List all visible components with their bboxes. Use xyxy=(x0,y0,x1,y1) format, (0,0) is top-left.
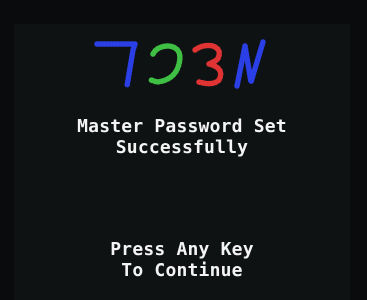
logo-glyph-2 xyxy=(148,43,183,85)
status-line-2: Successfully xyxy=(115,137,249,158)
status-message: Master Password Set Successfully xyxy=(14,116,350,158)
continue-prompt[interactable]: Press Any Key To Continue xyxy=(14,239,350,281)
logo-glyph-4 xyxy=(234,39,266,89)
lcd-screen: Master Password Set Successfully Press A… xyxy=(14,24,350,300)
logo-glyph-3 xyxy=(192,42,224,87)
device-bezel: Master Password Set Successfully Press A… xyxy=(0,0,367,300)
prompt-line-1: Press Any Key xyxy=(110,239,254,260)
device-logo-icon xyxy=(94,39,266,89)
prompt-line-2: To Continue xyxy=(121,260,243,281)
logo-glyph-1 xyxy=(94,41,138,89)
device-logo xyxy=(14,34,350,94)
status-line-1: Master Password Set xyxy=(77,116,287,137)
